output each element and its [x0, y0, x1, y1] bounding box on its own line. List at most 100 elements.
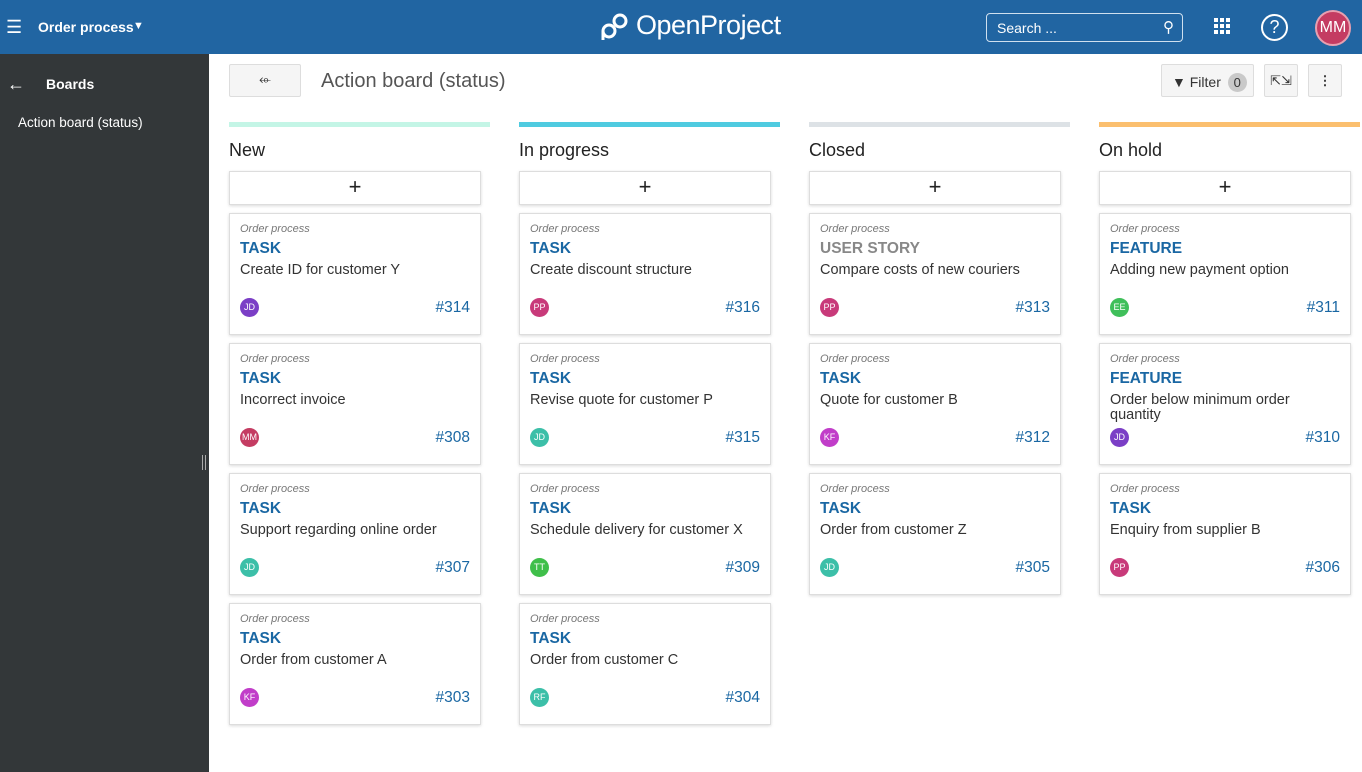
user-avatar[interactable]: MM	[1315, 10, 1351, 46]
work-package-card[interactable]: Order process USER STORY Compare costs o…	[809, 213, 1061, 335]
fullscreen-button[interactable]: ⇱⇲	[1264, 64, 1298, 97]
card-type: FEATURE	[1110, 240, 1183, 257]
assignee-avatar[interactable]: KF	[820, 428, 839, 447]
project-selector[interactable]: Order process	[38, 19, 134, 35]
column-status-bar	[809, 122, 1070, 127]
card-id-link[interactable]: #307	[436, 559, 470, 577]
card-id-link[interactable]: #305	[1016, 559, 1050, 577]
card-project: Order process	[530, 353, 600, 365]
work-package-card[interactable]: Order process TASK Enquiry from supplier…	[1099, 473, 1351, 595]
column-title[interactable]: New	[229, 140, 490, 163]
sidebar-resize-handle[interactable]	[202, 455, 206, 470]
card-subject[interactable]: Adding new payment option	[1110, 263, 1340, 293]
card-id-link[interactable]: #303	[436, 689, 470, 707]
assignee-avatar[interactable]: JD	[240, 298, 259, 317]
work-package-card[interactable]: Order process TASK Incorrect invoice MM …	[229, 343, 481, 465]
assignee-avatar[interactable]: JD	[530, 428, 549, 447]
card-subject[interactable]: Schedule delivery for customer X	[530, 523, 760, 553]
card-type: TASK	[530, 500, 572, 517]
card-type: TASK	[820, 500, 862, 517]
add-card-button[interactable]: +	[519, 171, 771, 205]
assignee-avatar[interactable]: MM	[240, 428, 259, 447]
assignee-avatar[interactable]: PP	[1110, 558, 1129, 577]
filter-count-badge: 0	[1227, 73, 1247, 92]
assignee-avatar[interactable]: PP	[820, 298, 839, 317]
card-subject[interactable]: Order from customer Z	[820, 523, 1050, 553]
card-subject[interactable]: Incorrect invoice	[240, 393, 470, 423]
help-icon[interactable]: ?	[1261, 14, 1288, 41]
card-id-link[interactable]: #304	[726, 689, 760, 707]
card-subject[interactable]: Order below minimum order quantity	[1110, 393, 1340, 423]
card-type: TASK	[530, 370, 572, 387]
sidebar-item-action-board[interactable]: Action board (status)	[18, 115, 143, 130]
card-project: Order process	[530, 483, 600, 495]
card-project: Order process	[240, 353, 310, 365]
more-vertical-icon: ⋮	[1318, 73, 1332, 88]
work-package-card[interactable]: Order process TASK Order from customer C…	[519, 603, 771, 725]
card-subject[interactable]: Enquiry from supplier B	[1110, 523, 1340, 553]
chevron-down-icon[interactable]: ▼	[133, 20, 144, 32]
work-package-card[interactable]: Order process TASK Revise quote for cust…	[519, 343, 771, 465]
card-id-link[interactable]: #316	[726, 299, 760, 317]
work-package-card[interactable]: Order process TASK Order from customer A…	[229, 603, 481, 725]
more-options-button[interactable]: ⋮	[1308, 64, 1342, 97]
card-subject[interactable]: Order from customer A	[240, 653, 470, 683]
filter-icon: ▼	[1172, 74, 1186, 90]
work-package-card[interactable]: Order process TASK Create discount struc…	[519, 213, 771, 335]
card-subject[interactable]: Create ID for customer Y	[240, 263, 470, 293]
card-id-link[interactable]: #306	[1306, 559, 1340, 577]
card-id-link[interactable]: #308	[436, 429, 470, 447]
work-package-card[interactable]: Order process TASK Order from customer Z…	[809, 473, 1061, 595]
assignee-avatar[interactable]: KF	[240, 688, 259, 707]
card-type: TASK	[240, 240, 282, 257]
add-card-button[interactable]: +	[229, 171, 481, 205]
card-subject[interactable]: Compare costs of new couriers	[820, 263, 1050, 293]
card-type: USER STORY	[820, 240, 920, 257]
card-id-link[interactable]: #313	[1016, 299, 1050, 317]
card-project: Order process	[240, 483, 310, 495]
assignee-avatar[interactable]: EE	[1110, 298, 1129, 317]
assignee-avatar[interactable]: JD	[820, 558, 839, 577]
page-title[interactable]: Action board (status)	[321, 70, 506, 93]
work-package-card[interactable]: Order process TASK Support regarding onl…	[229, 473, 481, 595]
search-icon[interactable]: ⚲	[1163, 18, 1174, 36]
work-package-card[interactable]: Order process FEATURE Adding new payment…	[1099, 213, 1351, 335]
card-id-link[interactable]: #310	[1306, 429, 1340, 447]
card-id-link[interactable]: #312	[1016, 429, 1050, 447]
column-title[interactable]: In progress	[519, 140, 780, 163]
card-subject[interactable]: Create discount structure	[530, 263, 760, 293]
assignee-avatar[interactable]: JD	[240, 558, 259, 577]
filter-button[interactable]: ▼ Filter 0	[1161, 64, 1254, 97]
board-column: In progress + Order process TASK Create …	[519, 122, 780, 725]
card-id-link[interactable]: #314	[436, 299, 470, 317]
card-id-link[interactable]: #311	[1307, 299, 1340, 317]
card-id-link[interactable]: #315	[726, 429, 760, 447]
work-package-card[interactable]: Order process TASK Create ID for custome…	[229, 213, 481, 335]
assignee-avatar[interactable]: JD	[1110, 428, 1129, 447]
card-subject[interactable]: Quote for customer B	[820, 393, 1050, 423]
add-card-button[interactable]: +	[1099, 171, 1351, 205]
arrow-left-icon[interactable]: ←	[7, 74, 25, 95]
column-title[interactable]: Closed	[809, 140, 1070, 163]
work-package-card[interactable]: Order process TASK Quote for customer B …	[809, 343, 1061, 465]
card-subject[interactable]: Support regarding online order	[240, 523, 470, 553]
work-package-card[interactable]: Order process FEATURE Order below minimu…	[1099, 343, 1351, 465]
card-subject[interactable]: Order from customer C	[530, 653, 760, 683]
search-placeholder: Search ...	[997, 20, 1057, 36]
card-subject[interactable]: Revise quote for customer P	[530, 393, 760, 423]
work-package-card[interactable]: Order process TASK Schedule delivery for…	[519, 473, 771, 595]
modules-grid-icon[interactable]	[1214, 18, 1230, 34]
search-input[interactable]: Search ... ⚲	[986, 13, 1183, 42]
assignee-avatar[interactable]: PP	[530, 298, 549, 317]
assignee-avatar[interactable]: RF	[530, 688, 549, 707]
openproject-logo[interactable]: OpenProject	[600, 10, 781, 41]
sidebar-title: Boards	[46, 76, 95, 92]
logo-text: OpenProject	[636, 10, 781, 40]
card-project: Order process	[1110, 223, 1180, 235]
column-title[interactable]: On hold	[1099, 140, 1360, 163]
card-id-link[interactable]: #309	[726, 559, 760, 577]
back-button[interactable]: ⬰	[229, 64, 301, 97]
hamburger-menu-icon[interactable]: ☰	[6, 18, 22, 36]
add-card-button[interactable]: +	[809, 171, 1061, 205]
assignee-avatar[interactable]: TT	[530, 558, 549, 577]
